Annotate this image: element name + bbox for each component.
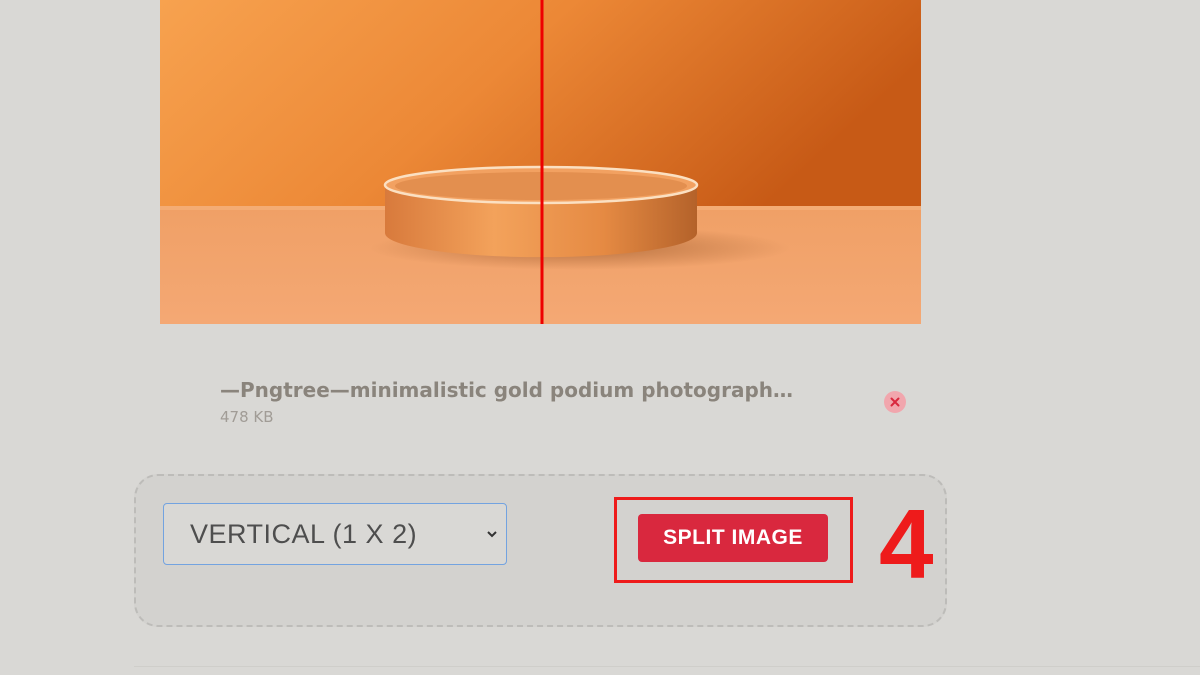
step-number-label: 4 — [879, 489, 934, 599]
file-size: 478 KB — [220, 408, 274, 426]
podium-photo — [160, 0, 921, 324]
split-mode-value: VERTICAL (1 X 2) — [190, 518, 418, 549]
chevron-down-icon — [487, 531, 497, 538]
divider — [134, 666, 1200, 667]
file-name: —Pngtree—minimalistic gold podium photog… — [220, 378, 794, 402]
close-icon — [890, 397, 900, 407]
image-preview — [160, 0, 921, 324]
split-mode-select[interactable]: VERTICAL (1 X 2) — [163, 503, 507, 565]
remove-file-button[interactable] — [884, 391, 906, 413]
split-image-button[interactable]: SPLIT IMAGE — [638, 514, 828, 562]
